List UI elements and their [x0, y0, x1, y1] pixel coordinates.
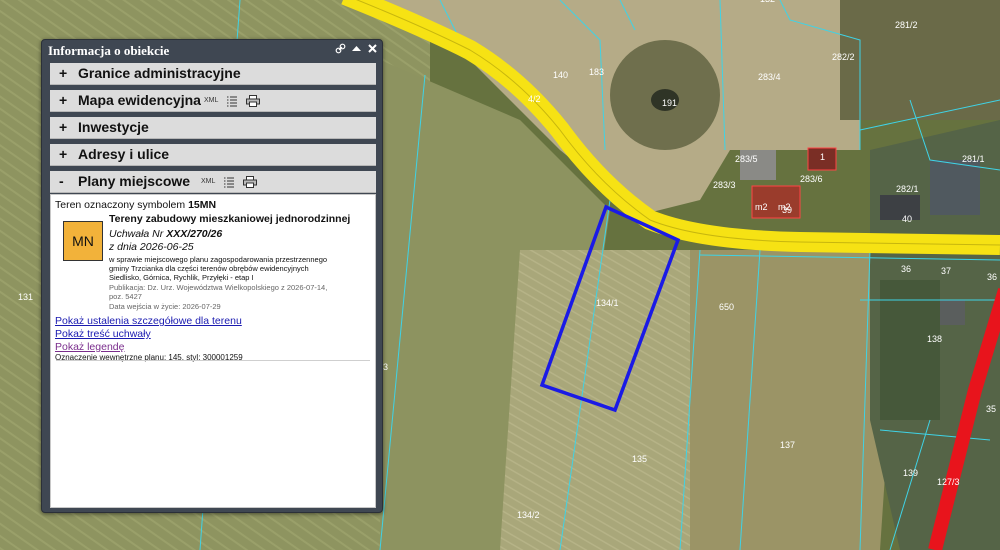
show-detailed-provisions-link[interactable]: Pokaż ustalenia szczegółowe dla terenu: [55, 315, 242, 327]
parcel-number-label: 4/2: [528, 94, 541, 104]
triangle-up-icon[interactable]: [351, 43, 362, 59]
parcel-number-label: 282/1: [896, 184, 919, 194]
building: [930, 160, 980, 215]
description: w sprawie miejscowego planu zagospodarow…: [109, 255, 327, 282]
divider: [56, 360, 370, 361]
parcel-number-label: 283/5: [735, 154, 758, 164]
parcel-number-label: 134/2: [517, 510, 540, 520]
parcel-number-label: 134/1: [596, 298, 619, 308]
parcel-number-label: 35: [986, 404, 996, 414]
symbol-line: Teren oznaczony symbolem 15MN: [55, 199, 216, 211]
parcel-number-label: 283/4: [758, 72, 781, 82]
section-title: Mapa ewidencyjna: [78, 92, 201, 108]
parcel-number-label: 139: [903, 468, 918, 478]
publication: Publikacja: Dz. Urz. Województwa Wielkop…: [109, 283, 327, 301]
section-mapa-ewidencyjna[interactable]: + Mapa ewidencyjna XML: [50, 90, 376, 112]
panel-tools: [335, 43, 378, 59]
parcel-number-label: 37: [941, 266, 951, 276]
parcel-number-label: 1: [820, 152, 825, 162]
parcel-number-label: 183: [589, 67, 604, 77]
parcel-number-label: 36: [901, 264, 911, 274]
section-title: Adresy i ulice: [78, 146, 170, 162]
parcel-number-label: 138: [927, 334, 942, 344]
parcel-number-label: 140: [553, 70, 568, 80]
xml-export-button[interactable]: XML: [201, 178, 215, 185]
publication-line: poz. 5427: [109, 292, 142, 301]
field-top-right: [840, 0, 1000, 120]
section-granice-administracyjne[interactable]: + Granice administracyjne: [50, 63, 376, 85]
plan-details: Teren oznaczony symbolem 15MN MN Tereny …: [50, 194, 376, 508]
parcel-number-label: 3: [383, 362, 388, 372]
zoning-badge: MN: [63, 221, 103, 261]
object-info-panel[interactable]: Informacja o obiekcie + Granice administ…: [41, 39, 383, 513]
symbol-prefix: Teren oznaczony symbolem: [55, 199, 186, 211]
parcel-number-label: 131: [18, 292, 33, 302]
expand-toggle[interactable]: +: [59, 119, 67, 135]
parcel-number-label: 283/3: [713, 180, 736, 190]
collapse-toggle[interactable]: -: [59, 173, 64, 189]
description-line: w sprawie miejscowego planu zagospodarow…: [109, 255, 328, 264]
section-title: Inwestycje: [78, 119, 149, 135]
description-line: gminy Trzcianka dla części terenów obręb…: [109, 264, 309, 273]
show-resolution-text-link[interactable]: Pokaż treść uchwały: [55, 328, 151, 340]
list-icon[interactable]: [226, 94, 238, 107]
section-adresy-i-ulice[interactable]: + Adresy i ulice: [50, 144, 376, 166]
list-icon[interactable]: [223, 175, 235, 188]
section-title: Plany miejscowe: [78, 173, 191, 189]
parcel-number-label: 650: [719, 302, 734, 312]
print-icon[interactable]: [246, 94, 261, 107]
section-inwestycje[interactable]: + Inwestycje: [50, 117, 376, 139]
section-title: Granice administracyjne: [78, 65, 241, 81]
close-x-icon[interactable]: [367, 43, 378, 59]
trees-right: [880, 280, 940, 420]
parcel-number-label: 282/2: [832, 52, 855, 62]
building: [880, 195, 920, 220]
parcel-number-label: 283/6: [800, 174, 823, 184]
expand-toggle[interactable]: +: [59, 92, 67, 108]
link-icon[interactable]: [335, 43, 346, 59]
xml-export-button[interactable]: XML: [204, 97, 218, 104]
panel-title: Informacja o obiekcie: [48, 43, 170, 58]
zoning-heading: Tereny zabudowy mieszkaniowej jednorodzi…: [109, 213, 351, 225]
resolution-number: XXX/270/26: [166, 228, 223, 240]
parcel-number-label: 127/3: [937, 477, 960, 487]
parcel-number-label: 39: [782, 205, 792, 215]
resolution-date: z dnia 2026-06-25: [109, 241, 194, 253]
description-line: Siedlisko, Górnica, Rychlik, Przyłęki - …: [109, 273, 254, 282]
parcel-number-label: 135: [632, 454, 647, 464]
parcel-number-label: 191: [662, 98, 677, 108]
parcel-number-label: 137: [780, 440, 795, 450]
section-plany-miejscowe[interactable]: - Plany miejscowe XML: [50, 171, 376, 193]
effective-date: Data wejścia w życie: 2026-07-29: [109, 302, 221, 311]
resolution-prefix: Uchwała Nr: [109, 228, 164, 240]
parcel-number-label: 281/2: [895, 20, 918, 30]
parcel-number-label: m2: [755, 202, 768, 212]
parcel-number-label: 40: [902, 214, 912, 224]
parcel-number-label: 36: [987, 272, 997, 282]
expand-toggle[interactable]: +: [59, 65, 67, 81]
symbol-value: 15MN: [188, 199, 217, 211]
expand-toggle[interactable]: +: [59, 146, 67, 162]
parcel-number-label: 132: [760, 0, 775, 4]
building: [940, 300, 965, 325]
parcel-number-label: 281/1: [962, 154, 985, 164]
resolution-line: Uchwała Nr XXX/270/26: [109, 228, 222, 240]
publication-line: Publikacja: Dz. Urz. Województwa Wielkop…: [109, 283, 328, 292]
show-legend-link[interactable]: Pokaż legendę: [55, 341, 124, 353]
print-icon[interactable]: [243, 175, 258, 188]
